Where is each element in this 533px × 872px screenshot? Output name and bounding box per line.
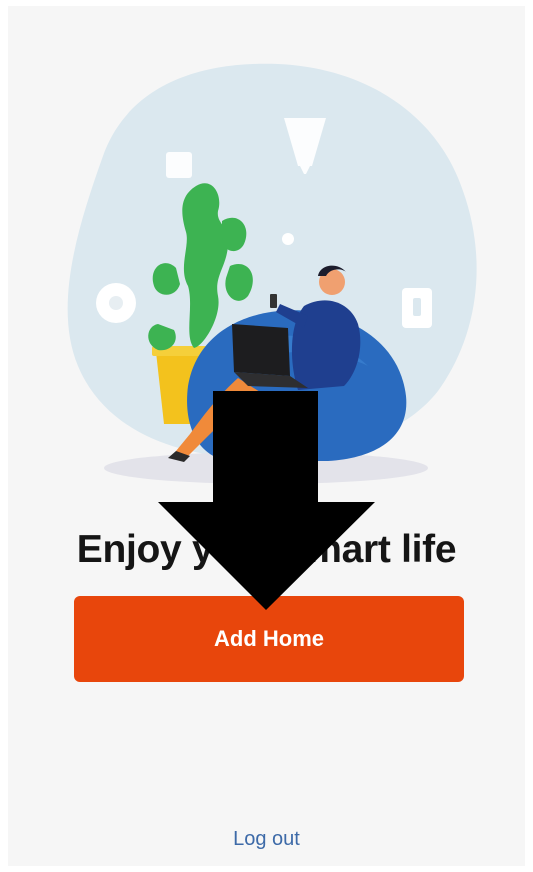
phone-icon xyxy=(270,294,277,308)
logout-link[interactable]: Log out xyxy=(8,828,525,851)
app-screen: Enjoy your smart life Add Home Log out xyxy=(8,6,525,866)
switch-icon xyxy=(166,152,192,178)
hero-illustration xyxy=(67,63,477,484)
headline: Enjoy your smart life xyxy=(76,528,457,571)
sparkle-dot xyxy=(282,233,294,245)
add-home-button[interactable]: Add Home xyxy=(74,596,464,682)
